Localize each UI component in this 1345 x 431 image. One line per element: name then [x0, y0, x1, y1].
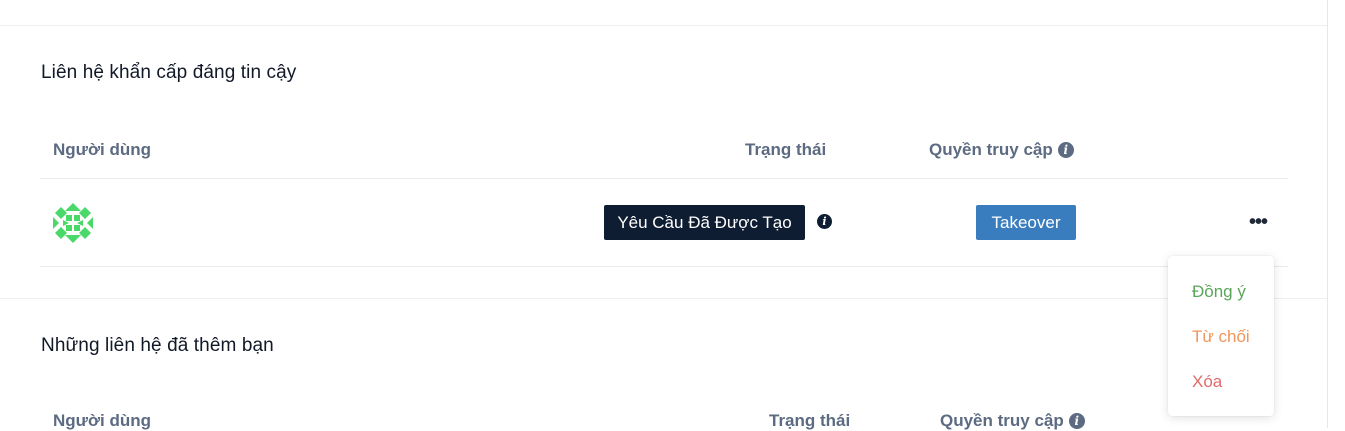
- dropdown-item-delete[interactable]: Xóa: [1192, 372, 1222, 392]
- column-header-access: Quyền truy cập i: [929, 140, 1074, 160]
- added-contacts-title: Những liên hệ đã thêm bạn: [41, 335, 274, 356]
- row-divider: [40, 266, 1288, 267]
- column-header-user: Người dùng: [53, 140, 152, 159]
- column-header-status: Trạng thái: [745, 140, 827, 159]
- section-divider: [0, 298, 1328, 299]
- column-header-access-2: Quyền truy cập i: [940, 411, 1085, 431]
- dropdown-item-accept[interactable]: Đồng ý: [1192, 282, 1246, 302]
- takeover-button[interactable]: Takeover: [976, 205, 1076, 240]
- top-divider: [0, 25, 1328, 26]
- column-header-access-label-2: Quyền truy cập: [940, 411, 1064, 430]
- row-actions-dropdown: Đồng ý Từ chối Xóa: [1168, 256, 1274, 416]
- column-header-status-2: Trạng thái: [769, 411, 851, 430]
- header-divider: [40, 178, 1288, 179]
- status-info-icon[interactable]: i: [817, 214, 832, 229]
- dropdown-item-decline[interactable]: Từ chối: [1192, 327, 1250, 347]
- column-header-user-2: Người dùng: [53, 411, 152, 430]
- scrollbar[interactable]: [1327, 0, 1345, 428]
- info-icon[interactable]: i: [1068, 413, 1085, 429]
- status-badge: Yêu Cầu Đã Được Tạo: [604, 205, 805, 240]
- column-header-access-label: Quyền truy cập: [929, 140, 1053, 159]
- info-icon[interactable]: i: [1057, 142, 1074, 158]
- more-options-icon[interactable]: •••: [1244, 212, 1272, 232]
- trusted-contacts-title: Liên hệ khẩn cấp đáng tin cậy: [41, 62, 297, 83]
- avatar: [53, 203, 93, 243]
